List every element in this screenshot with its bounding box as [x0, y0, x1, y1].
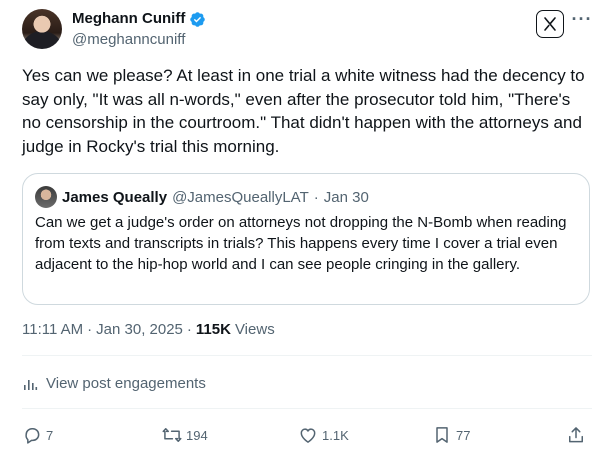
- author-name-row: Meghann Cuniff: [72, 9, 206, 29]
- meta-separator: ·: [186, 321, 192, 338]
- share-button[interactable]: [566, 425, 586, 445]
- quoted-separator: ·: [313, 188, 319, 206]
- analytics-icon: [24, 379, 38, 390]
- reply-button[interactable]: 7: [22, 425, 53, 445]
- reply-count: 7: [46, 427, 54, 443]
- views-label: Views: [234, 321, 275, 338]
- share-icon: [569, 427, 583, 443]
- divider: [22, 355, 592, 356]
- quoted-tweet-header: James Queally @JamesQueallyLAT · Jan 30: [35, 186, 369, 208]
- like-count: 1.1K: [322, 427, 349, 443]
- tweet-meta: 11:11 AM · Jan 30, 2025 · 115K Views: [22, 321, 275, 338]
- bookmark-button[interactable]: 77: [432, 425, 470, 445]
- repost-button[interactable]: 194: [162, 425, 208, 445]
- repost-icon: [162, 428, 182, 442]
- bookmark-icon: [436, 427, 448, 443]
- heart-icon: [300, 428, 316, 443]
- author-avatar[interactable]: [22, 9, 62, 49]
- more-options-button[interactable]: ···: [570, 10, 594, 32]
- quoted-author-handle: @JamesQueallyLAT: [172, 188, 309, 206]
- tweet-time[interactable]: 11:11 AM: [22, 321, 83, 338]
- repost-count: 194: [186, 427, 208, 443]
- author-handle[interactable]: @meghanncuniff: [72, 30, 185, 50]
- view-engagements-link[interactable]: View post engagements: [22, 375, 206, 392]
- reply-icon: [25, 428, 40, 444]
- action-bar: 7 194 1.1K 77: [0, 422, 608, 450]
- quoted-author-name: James Queally: [62, 188, 168, 206]
- grok-icon: [544, 17, 556, 31]
- divider: [22, 408, 592, 409]
- quoted-tweet-text: Can we get a judge's order on attorneys …: [35, 214, 567, 273]
- tweet-text: Yes can we please? At least in one trial…: [22, 66, 585, 156]
- quoted-date: Jan 30: [323, 188, 369, 206]
- views-count: 115K: [195, 321, 231, 338]
- grok-button[interactable]: [536, 10, 564, 38]
- meta-separator: ·: [87, 321, 93, 338]
- tweet-header: Meghann Cuniff @meghanncuniff ···: [0, 0, 608, 60]
- like-button[interactable]: 1.1K: [298, 425, 349, 445]
- view-engagements-label: View post engagements: [46, 375, 206, 392]
- bookmark-count: 77: [456, 427, 471, 443]
- author-display-name[interactable]: Meghann Cuniff: [72, 9, 185, 29]
- quoted-author-avatar: [35, 186, 57, 208]
- tweet-date[interactable]: Jan 30, 2025: [96, 321, 183, 338]
- quoted-tweet[interactable]: James Queally @JamesQueallyLAT · Jan 30 …: [22, 173, 590, 305]
- verified-badge-icon[interactable]: [189, 11, 206, 28]
